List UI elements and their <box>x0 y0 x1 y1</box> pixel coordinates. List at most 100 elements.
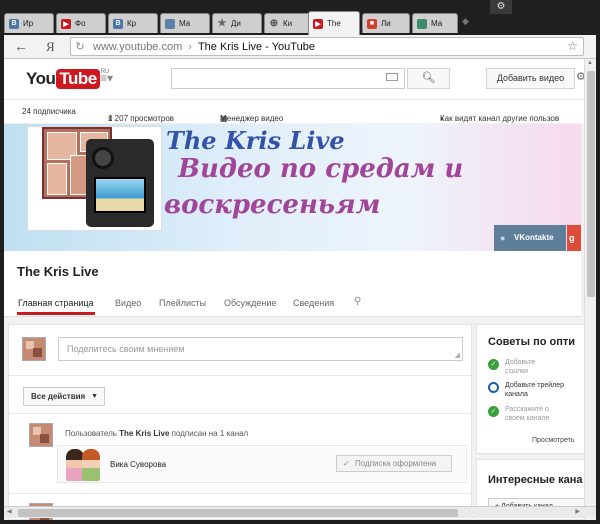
tab-label: Ли <box>381 19 391 28</box>
channel-thumbnail[interactable] <box>82 449 100 481</box>
back-arrow-icon[interactable]: ← <box>14 38 28 54</box>
page-icon <box>417 18 427 29</box>
scroll-thumb[interactable] <box>587 71 595 297</box>
subscription-card: Вика Суворова Подписка оформлена <box>57 445 467 483</box>
keyboard-icon[interactable] <box>386 73 398 81</box>
vk-icon: В <box>113 18 123 29</box>
tips-title: Советы по опти <box>488 336 576 348</box>
gear-icon[interactable]: ⚙ <box>490 0 512 14</box>
view-more-link[interactable]: Просмотреть <box>532 437 574 444</box>
logo-tube: Tube <box>56 69 100 89</box>
search-input[interactable] <box>171 68 405 89</box>
upload-button[interactable]: Добавить видео <box>486 68 575 89</box>
browser-toolbar: ← Я ↻ www.youtube.com › The Kris Live - … <box>4 35 596 59</box>
tab-strip: В Ир ▶ Фо В Кр Ма ★ Ди ⊕ Ки ▶ The ■ Ли М… <box>0 0 600 36</box>
activity-user[interactable]: The Kris Live <box>119 429 169 438</box>
tip-text: Расскажите о своем канале <box>505 406 550 422</box>
activity-text: Пользователь The Kris Live подписан на 1… <box>65 429 248 438</box>
reload-icon[interactable]: ↻ <box>71 40 89 53</box>
tab-label: Ир <box>23 19 34 28</box>
channel-stats-bar: 24 подписчика ıl 1 207 просмотров ▦ Мене… <box>4 99 584 123</box>
avatar[interactable] <box>29 423 53 447</box>
youtube-logo[interactable]: You Tube RU <box>26 69 109 89</box>
yandex-logo[interactable]: Я <box>46 39 55 55</box>
view-as-label: Как видят канал другие пользов <box>440 114 560 123</box>
divider <box>9 375 471 376</box>
banner-channel-title: The Kris Live <box>166 126 345 155</box>
tab-discussion[interactable]: Обсуждение <box>224 298 276 308</box>
video-manager-label: Менеджер видео <box>220 114 284 123</box>
youtube-masthead: You Tube RU ≡▾ 🔍︎ Добавить видео ⚙ <box>4 59 586 99</box>
tab-playlists[interactable]: Плейлисты <box>159 298 206 308</box>
channel-header: The Kris Live Главная страница Видео Пле… <box>4 251 581 317</box>
tip-add-trailer[interactable]: Добавьте трейлер канала <box>488 381 568 399</box>
gift-icon: ■ <box>367 18 377 29</box>
activity-feed: Поделитесь своим мнением ◢ Все действия … <box>8 324 472 520</box>
browser-tab[interactable]: В Ир <box>4 13 54 33</box>
tab-about[interactable]: Сведения <box>293 298 334 308</box>
views-label: 1 207 просмотров <box>108 114 175 123</box>
scroll-thumb[interactable] <box>18 509 458 517</box>
tip-text: Добавьте трейлер канала <box>505 382 565 398</box>
youtube-icon: ▶ <box>313 18 323 29</box>
all-actions-dropdown[interactable]: Все действия ▼ <box>23 387 105 406</box>
youtube-icon: ▶ <box>61 18 71 29</box>
pending-circle-icon <box>488 382 499 393</box>
channel-banner: The Kris Live Видео по средам и воскресе… <box>4 124 581 251</box>
scroll-right-icon[interactable]: ▶ <box>575 508 580 515</box>
browser-tab[interactable]: Ма <box>412 13 458 33</box>
scroll-left-icon[interactable]: ◀ <box>7 508 12 515</box>
browser-tab[interactable]: ★ Ди <box>212 13 262 33</box>
tab-home[interactable]: Главная страница <box>17 298 95 315</box>
search-button[interactable]: 🔍︎ <box>407 68 450 89</box>
tab-label: Ма <box>431 19 443 28</box>
logo-you: You <box>26 69 56 88</box>
guide-menu-icon[interactable]: ≡▾ <box>100 71 113 85</box>
browser-tab[interactable]: В Кр <box>108 13 158 33</box>
tip-add-links[interactable]: ✓ Добавьте ссылки <box>488 358 548 376</box>
channel-art-thumbnail[interactable] <box>27 126 162 231</box>
avatar[interactable] <box>22 337 46 361</box>
subscribed-button[interactable]: Подписка оформлена <box>336 455 452 472</box>
google-plus-link[interactable]: g <box>567 225 581 251</box>
browser-tab-active[interactable]: ▶ The <box>308 11 360 35</box>
vkontakte-link[interactable]: VKontakte <box>494 225 566 251</box>
address-bar[interactable]: ↻ www.youtube.com › The Kris Live - YouT… <box>70 37 584 56</box>
banner-schedule-line2: воскресеньям <box>164 190 381 220</box>
tab-label: Фо <box>75 19 86 28</box>
tab-videos[interactable]: Видео <box>115 298 141 308</box>
subscriber-count[interactable]: 24 подписчика <box>22 107 76 116</box>
optimization-tips-panel: Советы по опти ✓ Добавьте ссылки Добавьт… <box>476 324 596 454</box>
tab-label: Ки <box>283 19 293 28</box>
browser-tab[interactable]: ■ Ли <box>362 13 410 33</box>
chevron-down-icon: ▼ <box>91 393 98 400</box>
tabs-overflow-icon[interactable]: ◆ <box>462 16 469 27</box>
star-icon: ★ <box>217 18 227 29</box>
tip-describe-channel[interactable]: ✓ Расскажите о своем канале <box>488 405 554 423</box>
resize-grip-icon[interactable]: ◢ <box>455 351 460 359</box>
subscribed-channel-name[interactable]: Вика Суворова <box>110 460 166 469</box>
tab-label: Ма <box>179 19 191 28</box>
share-input[interactable]: Поделитесь своим мнением ◢ <box>58 337 463 361</box>
channel-name[interactable]: The Kris Live <box>17 264 99 279</box>
bookmark-star-icon[interactable]: ☆ <box>567 39 578 53</box>
browser-window: В Ир ▶ Фо В Кр Ма ★ Ди ⊕ Ки ▶ The ■ Ли М… <box>0 0 600 524</box>
tip-text: Добавьте ссылки <box>505 359 536 375</box>
channel-search-icon[interactable]: ⚲ <box>354 296 361 307</box>
scroll-up-icon[interactable]: ▲ <box>587 60 593 66</box>
tab-label: The <box>327 19 341 28</box>
address-separator: › <box>188 40 192 53</box>
banner-schedule-line1: Видео по средам и <box>178 154 464 184</box>
share-placeholder: Поделитесь своим мнением <box>67 344 185 354</box>
activity-prefix: Пользователь <box>65 429 117 438</box>
page-icon <box>165 18 175 29</box>
horizontal-scrollbar[interactable]: ◀ ▶ <box>4 506 596 518</box>
browser-tab[interactable]: ▶ Фо <box>56 13 106 33</box>
vertical-scrollbar[interactable]: ▲ <box>584 59 596 520</box>
globe-icon: ⊕ <box>269 18 279 29</box>
activity-suffix: подписан на 1 канал <box>171 429 249 438</box>
browser-tab[interactable]: ⊕ Ки <box>264 13 314 33</box>
search-icon: 🔍︎ <box>421 72 436 84</box>
all-actions-label: Все действия <box>31 392 86 401</box>
browser-tab[interactable]: Ма <box>160 13 210 33</box>
